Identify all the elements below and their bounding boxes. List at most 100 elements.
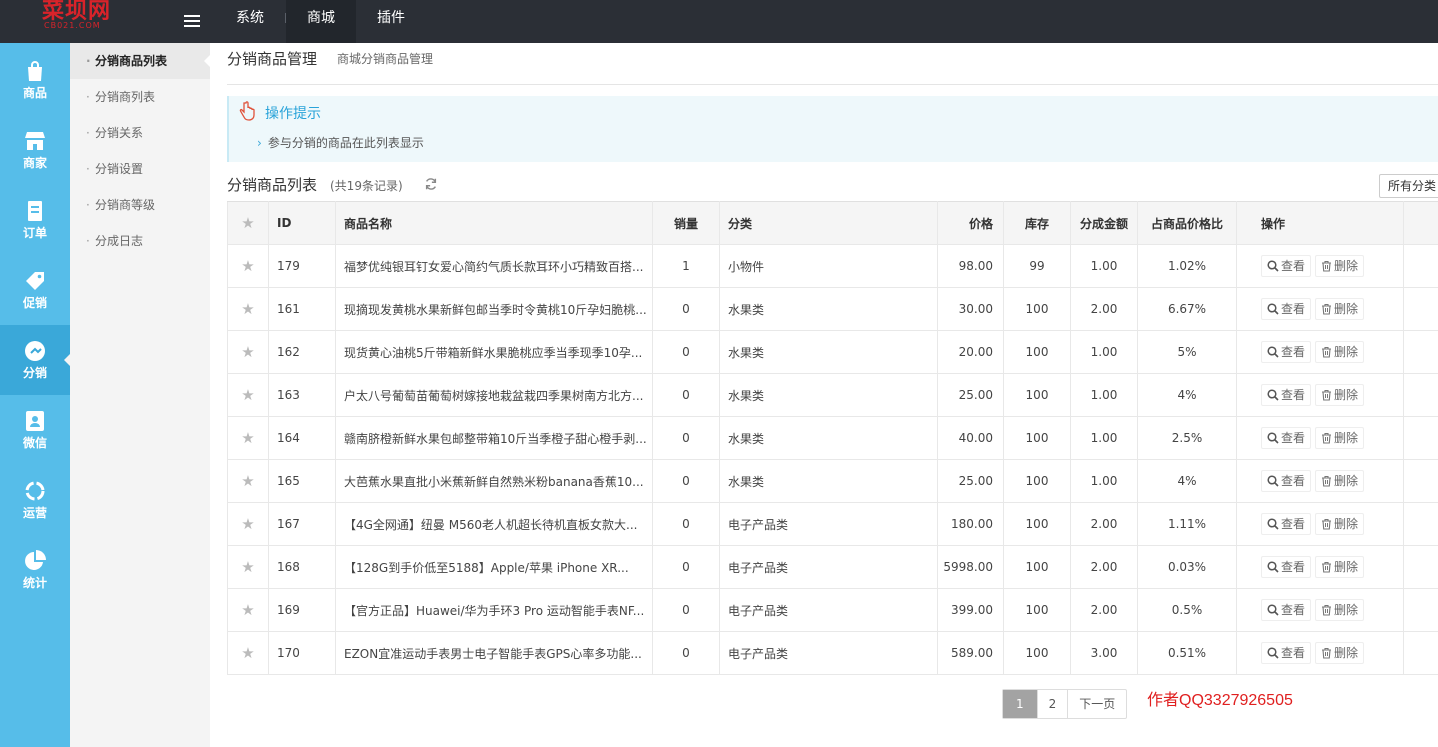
cell-price: 25.00 <box>937 373 1004 417</box>
delete-button[interactable]: 删除 <box>1315 642 1365 664</box>
subnav-commission-log[interactable]: 分成日志 <box>70 223 210 259</box>
header-star: ★ <box>227 201 269 245</box>
header-ratio: 占商品价格比 <box>1137 201 1237 245</box>
nav-plugins[interactable]: 插件 <box>356 0 426 43</box>
subnav-levels[interactable]: 分销商等级 <box>70 187 210 223</box>
leftbar-item-statistics[interactable]: 统计 <box>0 535 70 605</box>
cell-stock: 100 <box>1003 631 1071 675</box>
delete-label: 删除 <box>1334 388 1359 402</box>
next-page[interactable]: 下一页 <box>1068 690 1126 718</box>
star-icon[interactable]: ★ <box>241 644 254 662</box>
cell-extra <box>1403 244 1438 288</box>
view-button[interactable]: 查看 <box>1261 556 1312 578</box>
page-1[interactable]: 1 <box>1003 690 1038 718</box>
cell-actions: 查看 删除 <box>1236 244 1404 288</box>
view-button[interactable]: 查看 <box>1261 599 1312 621</box>
delete-button[interactable]: 删除 <box>1315 427 1365 449</box>
delete-button[interactable]: 删除 <box>1315 298 1365 320</box>
row-star[interactable]: ★ <box>227 287 269 331</box>
star-icon[interactable]: ★ <box>241 558 254 576</box>
logo-domain: CB021.COM <box>44 21 101 30</box>
cell-sales: 0 <box>652 588 720 632</box>
menu-toggle-icon[interactable] <box>184 15 200 28</box>
star-icon[interactable]: ★ <box>241 515 254 533</box>
leftbar-item-distribution[interactable]: 分销 <box>0 325 70 395</box>
leftbar-item-operation[interactable]: 运营 <box>0 465 70 535</box>
search-icon <box>1267 518 1279 530</box>
star-icon[interactable]: ★ <box>241 300 254 318</box>
cell-id: 164 <box>268 416 336 460</box>
row-star[interactable]: ★ <box>227 502 269 546</box>
header-sales: 销量 <box>652 201 720 245</box>
row-star[interactable]: ★ <box>227 459 269 503</box>
sub-sidebar: 分销商品列表 分销商列表 分销关系 分销设置 分销商等级 分成日志 <box>70 43 210 747</box>
row-star[interactable]: ★ <box>227 416 269 460</box>
search-icon <box>1267 475 1279 487</box>
star-icon[interactable]: ★ <box>241 386 254 404</box>
header-price: 价格 <box>937 201 1004 245</box>
view-button[interactable]: 查看 <box>1261 513 1312 535</box>
view-button[interactable]: 查看 <box>1261 642 1312 664</box>
order-icon <box>28 201 42 221</box>
leftbar-item-merchant[interactable]: 商家 <box>0 115 70 185</box>
refresh-icon[interactable] <box>424 177 438 191</box>
delete-label: 删除 <box>1334 302 1359 316</box>
view-button[interactable]: 查看 <box>1261 384 1312 406</box>
category-select[interactable]: 所有分类 <box>1379 174 1438 198</box>
subnav-settings[interactable]: 分销设置 <box>70 151 210 187</box>
cell-commission: 2.00 <box>1070 588 1138 632</box>
view-button[interactable]: 查看 <box>1261 470 1312 492</box>
search-icon <box>1267 303 1279 315</box>
star-icon[interactable]: ★ <box>241 429 254 447</box>
leftbar-item-orders[interactable]: 订单 <box>0 185 70 255</box>
row-star[interactable]: ★ <box>227 244 269 288</box>
operation-icon <box>25 481 45 501</box>
logo[interactable]: 菜坝网 CB021.COM <box>0 0 170 43</box>
page-subtitle: 商城分销商品管理 <box>337 52 434 66</box>
cell-price: 40.00 <box>937 416 1004 460</box>
view-button[interactable]: 查看 <box>1261 341 1312 363</box>
subnav-distributors[interactable]: 分销商列表 <box>70 79 210 115</box>
header-stock: 库存 <box>1003 201 1071 245</box>
delete-button[interactable]: 删除 <box>1315 599 1365 621</box>
leftbar-item-wechat[interactable]: 微信 <box>0 395 70 465</box>
star-icon[interactable]: ★ <box>241 257 254 275</box>
delete-button[interactable]: 删除 <box>1315 470 1365 492</box>
nav-system[interactable]: 系统 <box>215 0 285 43</box>
delete-button[interactable]: 删除 <box>1315 556 1365 578</box>
leftbar-item-goods[interactable]: 商品 <box>0 45 70 115</box>
view-button[interactable]: 查看 <box>1261 427 1312 449</box>
row-star[interactable]: ★ <box>227 545 269 589</box>
cell-sales: 0 <box>652 545 720 589</box>
row-star[interactable]: ★ <box>227 373 269 417</box>
subnav-distribution-goods[interactable]: 分销商品列表 <box>70 43 210 79</box>
delete-button[interactable]: 删除 <box>1315 255 1365 277</box>
view-button[interactable]: 查看 <box>1261 255 1312 277</box>
delete-button[interactable]: 删除 <box>1315 513 1365 535</box>
view-label: 查看 <box>1281 431 1306 445</box>
delete-label: 删除 <box>1334 517 1359 531</box>
view-button[interactable]: 查看 <box>1261 298 1312 320</box>
delete-label: 删除 <box>1334 560 1359 574</box>
delete-button[interactable]: 删除 <box>1315 341 1365 363</box>
row-star[interactable]: ★ <box>227 588 269 632</box>
search-icon <box>1267 647 1279 659</box>
trash-icon <box>1322 432 1332 444</box>
star-icon[interactable]: ★ <box>241 472 254 490</box>
header-commission: 分成金额 <box>1070 201 1138 245</box>
cell-price: 589.00 <box>937 631 1004 675</box>
leftbar-item-promotion[interactable]: 促销 <box>0 255 70 325</box>
delete-label: 删除 <box>1334 431 1359 445</box>
cell-name: 户太八号葡萄苗葡萄树嫁接地栽盆栽四季果树南方北方... <box>335 373 653 417</box>
row-star[interactable]: ★ <box>227 330 269 374</box>
subnav-relations[interactable]: 分销关系 <box>70 115 210 151</box>
page-2[interactable]: 2 <box>1038 690 1069 718</box>
cell-id: 161 <box>268 287 336 331</box>
nav-mall[interactable]: 商城 <box>286 0 356 43</box>
top-nav: 系统 商城 插件 <box>215 0 426 43</box>
star-icon[interactable]: ★ <box>241 343 254 361</box>
star-icon[interactable]: ★ <box>241 601 254 619</box>
delete-button[interactable]: 删除 <box>1315 384 1365 406</box>
cell-actions: 查看 删除 <box>1236 330 1404 374</box>
row-star[interactable]: ★ <box>227 631 269 675</box>
